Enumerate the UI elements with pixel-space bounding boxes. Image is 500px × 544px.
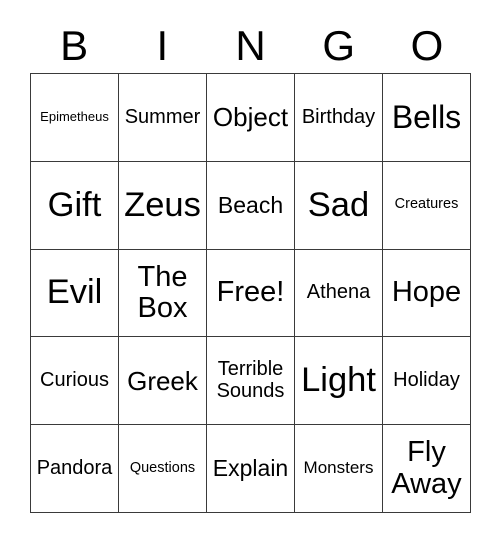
bingo-grid: Epimetheus Summer Object Birthday Bells Gift Z…	[30, 73, 471, 513]
bingo-square[interactable]: Hope	[383, 249, 471, 338]
bingo-square-label: Fly Away	[391, 436, 462, 500]
bingo-square[interactable]: Greek	[119, 337, 207, 426]
bingo-square-label: Summer	[124, 105, 201, 128]
bingo-square[interactable]: Holiday	[383, 337, 471, 426]
bingo-square-label: Light	[301, 361, 376, 400]
bingo-square-label: Terrible Sounds	[216, 358, 285, 402]
bingo-square[interactable]: Creatures	[383, 161, 471, 250]
header-letter-n: N	[235, 21, 266, 69]
bingo-square-label: Athena	[306, 281, 371, 304]
header-letter-b: B	[60, 21, 89, 69]
header-letter-g: G	[322, 21, 356, 69]
bingo-square-label: Sad	[307, 185, 370, 224]
bingo-square-label: Explain	[212, 455, 289, 482]
bingo-square-label: Holiday	[393, 368, 460, 391]
bingo-square[interactable]: Gift	[31, 161, 119, 250]
bingo-square-label: Curious	[40, 368, 109, 391]
bingo-square[interactable]: Pandora	[31, 425, 119, 513]
bingo-square[interactable]: Zeus	[119, 161, 207, 250]
bingo-square-label: Epimetheus	[40, 109, 109, 125]
header-letter-o: O	[410, 21, 444, 69]
bingo-square-label: The Box	[137, 260, 188, 324]
bingo-square-label: Object	[212, 102, 289, 133]
bingo-square[interactable]: Questions	[119, 425, 207, 513]
bingo-square[interactable]: Evil	[31, 249, 119, 338]
bingo-square-label: Greek	[127, 365, 198, 396]
bingo-square[interactable]: The Box	[119, 249, 207, 338]
bingo-square-label: Beach	[217, 191, 284, 218]
bingo-square-label: Evil	[46, 273, 103, 312]
bingo-square[interactable]: Free!	[207, 249, 295, 338]
bingo-square-label: Birthday	[301, 105, 376, 128]
bingo-square[interactable]: Light	[295, 337, 383, 426]
header-letter-i: I	[156, 21, 169, 69]
bingo-square[interactable]: Monsters	[295, 425, 383, 513]
bingo-square-label: Free!	[216, 276, 285, 309]
bingo-square[interactable]: Fly Away	[383, 425, 471, 513]
bingo-square[interactable]: Explain	[207, 425, 295, 513]
bingo-header: B I N G O	[30, 18, 471, 73]
bingo-square-label: Creatures	[394, 196, 459, 213]
bingo-square-label: Monsters	[303, 458, 374, 478]
bingo-square-label: Pandora	[36, 456, 113, 479]
bingo-square-label: Bells	[391, 99, 462, 136]
bingo-square[interactable]: Curious	[31, 337, 119, 426]
bingo-square[interactable]: Summer	[119, 74, 207, 162]
bingo-square[interactable]: Terrible Sounds	[207, 337, 295, 426]
bingo-square[interactable]: Beach	[207, 161, 295, 250]
bingo-square[interactable]: Object	[207, 74, 295, 162]
bingo-square-label: Questions	[129, 459, 196, 476]
bingo-square[interactable]: Athena	[295, 249, 383, 338]
bingo-square-label: Gift	[47, 185, 102, 224]
bingo-card: B I N G O Epimetheus Summer Object Birthday…	[0, 0, 500, 544]
bingo-square-label: Hope	[391, 276, 462, 309]
bingo-square[interactable]: Birthday	[295, 74, 383, 162]
bingo-square[interactable]: Bells	[383, 74, 471, 162]
bingo-square[interactable]: Sad	[295, 161, 383, 250]
bingo-square[interactable]: Epimetheus	[31, 74, 119, 162]
bingo-square-label: Zeus	[124, 185, 201, 224]
